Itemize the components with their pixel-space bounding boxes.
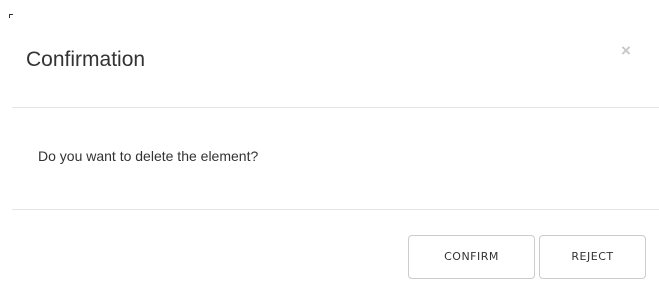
reject-button[interactable]: REJECT xyxy=(539,235,646,279)
confirm-button[interactable]: CONFIRM xyxy=(408,235,535,279)
close-icon[interactable]: × xyxy=(616,40,636,62)
dialog-message: Do you want to delete the element? xyxy=(38,148,259,164)
dialog-body: Do you want to delete the element? xyxy=(12,108,659,210)
dialog-title: Confirmation xyxy=(26,48,146,71)
dialog-footer: CONFIRM REJECT xyxy=(0,210,659,300)
confirmation-dialog: Confirmation × Do you want to delete the… xyxy=(0,0,659,300)
